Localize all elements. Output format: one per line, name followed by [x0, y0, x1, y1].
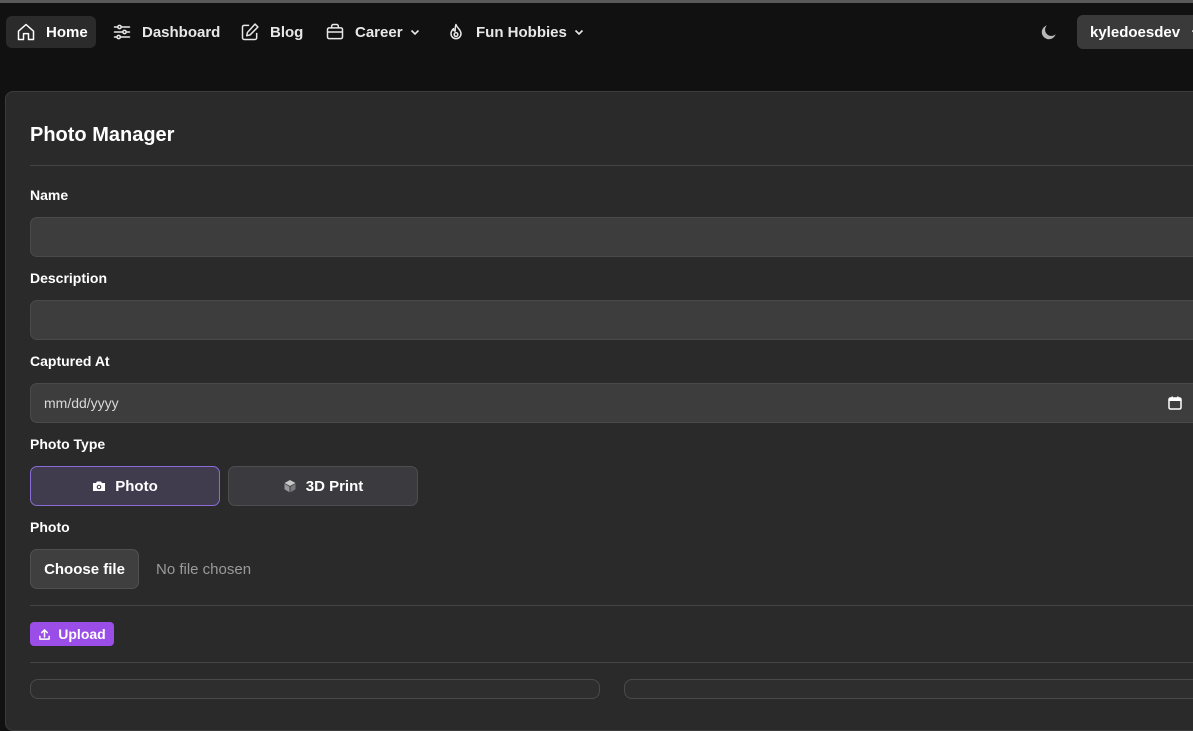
name-input[interactable]: [30, 217, 1193, 257]
nav-home-label: Home: [46, 23, 88, 41]
gallery-panel-left: [30, 679, 600, 699]
title-divider: [30, 165, 1193, 166]
bottom-divider: [30, 662, 1193, 663]
home-icon: [17, 23, 35, 41]
photo-type-photo-button[interactable]: Photo: [30, 466, 220, 506]
gallery-panel-right: [624, 679, 1193, 699]
nav-blog-label: Blog: [270, 23, 304, 41]
name-label: Name: [30, 187, 69, 203]
nav-home[interactable]: Home: [6, 16, 96, 48]
upload-divider: [30, 605, 1193, 606]
nav-dashboard[interactable]: Dashboard: [102, 16, 230, 48]
choose-file-button[interactable]: Choose file: [30, 549, 139, 589]
chevron-down-icon: [410, 29, 419, 36]
sliders-icon: [113, 24, 131, 40]
nav-fun-hobbies-label: Fun Hobbies: [476, 23, 567, 41]
photo-type-3d-print-label: 3D Print: [305, 477, 364, 495]
moon-icon: [1041, 25, 1056, 40]
user-menu[interactable]: kyledoesdev: [1077, 15, 1193, 49]
chevron-down-icon: [574, 29, 583, 36]
pencil-icon: [241, 23, 259, 41]
description-label: Description: [30, 270, 108, 286]
date-placeholder: mm/dd/yyyy: [44, 395, 119, 411]
cube-icon: [284, 480, 296, 493]
top-navbar: Home Dashboard Blog Career Fun Hobbies k…: [0, 3, 1193, 61]
page-title: Photo Manager: [30, 124, 175, 146]
upload-button[interactable]: Upload: [30, 622, 114, 646]
briefcase-icon: [326, 23, 344, 40]
camera-icon: [93, 481, 106, 491]
flame-icon: [450, 23, 462, 40]
file-status-text: No file chosen: [156, 561, 252, 578]
photo-type-label: Photo Type: [30, 436, 106, 452]
upload-icon: [39, 628, 51, 640]
nav-fun-hobbies[interactable]: Fun Hobbies: [436, 16, 595, 48]
calendar-icon[interactable]: [1168, 396, 1182, 410]
upload-label: Upload: [58, 626, 106, 642]
nav-blog[interactable]: Blog: [230, 16, 313, 48]
captured-at-label: Captured At: [30, 353, 110, 369]
photo-type-3d-print-button[interactable]: 3D Print: [228, 466, 418, 506]
description-input[interactable]: [30, 300, 1193, 340]
photo-label: Photo: [30, 519, 70, 535]
nav-dashboard-label: Dashboard: [142, 23, 221, 41]
user-name: kyledoesdev: [1090, 23, 1181, 41]
photo-type-photo-label: Photo: [115, 477, 158, 495]
nav-career-label: Career: [355, 23, 403, 41]
captured-at-date-input[interactable]: mm/dd/yyyy: [30, 383, 1193, 423]
nav-career[interactable]: Career: [315, 16, 431, 48]
theme-toggle[interactable]: [1036, 19, 1062, 45]
